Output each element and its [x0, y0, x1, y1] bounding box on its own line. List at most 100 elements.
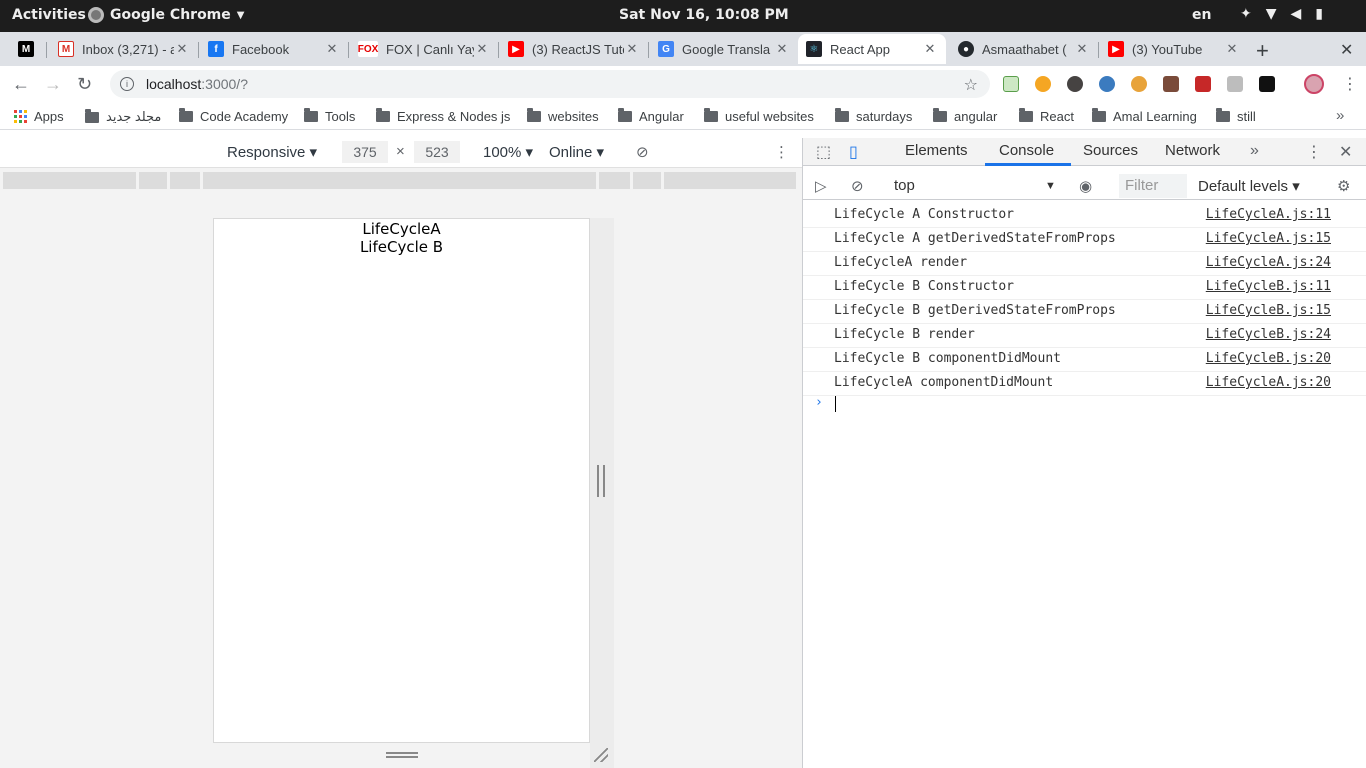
device-toggle-icon[interactable]: ▯	[849, 142, 858, 162]
app-menu[interactable]: Google Chrome ▼	[88, 7, 244, 23]
clock[interactable]: Sat Nov 16, 10:08 PM	[619, 7, 789, 23]
source-link[interactable]: LifeCycleA.js:11	[1206, 207, 1331, 222]
device-width-input[interactable]: 375	[342, 141, 388, 163]
reload-button[interactable]: ↻	[77, 74, 92, 95]
bookmark-star-icon[interactable]: ☆	[964, 75, 978, 95]
bookmark-folder[interactable]: Angular	[618, 108, 684, 124]
language-indicator[interactable]: en	[1192, 7, 1211, 23]
resize-handle-bottom[interactable]	[386, 752, 418, 758]
more-tabs-icon[interactable]: »	[1250, 142, 1259, 160]
source-link[interactable]: LifeCycleA.js:20	[1206, 375, 1331, 390]
devtools-menu-icon[interactable]: ⋮	[1306, 142, 1322, 162]
folder-icon	[527, 108, 541, 122]
gmail-icon: M	[58, 41, 74, 57]
tab-title: (3) ReactJS Tuto	[532, 41, 624, 57]
system-tray[interactable]: ✦ ▼ ◀ ▮	[1240, 6, 1323, 22]
tab-youtube[interactable]: ▶ (3) YouTube ✕	[1100, 34, 1248, 64]
close-icon[interactable]: ✕	[922, 41, 938, 57]
more-options-icon[interactable]: ⋮	[774, 143, 789, 161]
context-select[interactable]: top	[894, 177, 915, 194]
bookmark-folder[interactable]: Amal Learning	[1092, 108, 1197, 124]
source-link[interactable]: LifeCycleA.js:15	[1206, 231, 1331, 246]
media-query-ruler[interactable]	[3, 172, 799, 189]
bookmark-apps[interactable]: Apps	[14, 109, 64, 124]
extension-icon[interactable]	[1131, 76, 1147, 92]
tab-fox[interactable]: FOX FOX | Canlı Yay ✕	[350, 34, 499, 64]
resize-handle-right[interactable]	[597, 465, 605, 497]
tab-reactjs-tutorial[interactable]: ▶ (3) ReactJS Tuto ✕	[500, 34, 649, 64]
avatar[interactable]	[1304, 74, 1324, 94]
clear-console-icon[interactable]: ⊘	[851, 177, 864, 195]
tab-gmail[interactable]: M Inbox (3,271) - a ✕	[50, 34, 199, 64]
tab-google-translate[interactable]: G Google Transla ✕	[650, 34, 798, 64]
network-throttle-select[interactable]: Online ▾	[549, 143, 604, 161]
tab-title: FOX | Canlı Yay	[386, 41, 474, 57]
new-tab-button[interactable]: +	[1256, 38, 1269, 64]
tab-elements[interactable]: Elements	[905, 142, 968, 159]
log-entry: LifeCycle A getDerivedStateFromProps Life…	[803, 228, 1366, 252]
source-link[interactable]: LifeCycleB.js:24	[1206, 327, 1331, 342]
ae-extension-icon[interactable]	[1259, 76, 1275, 92]
bookmark-folder[interactable]: angular	[933, 108, 997, 124]
tab-github[interactable]: ● Asmaathabet ( ✕	[950, 34, 1099, 64]
bookmark-folder[interactable]: Code Academy	[179, 108, 288, 124]
close-devtools-icon[interactable]: ✕	[1339, 142, 1352, 162]
extension-icon[interactable]	[1035, 76, 1051, 92]
bookmark-folder[interactable]: websites	[527, 108, 599, 124]
tab-title: React App	[830, 41, 890, 57]
device-height-input[interactable]: 523	[414, 141, 460, 163]
inspect-element-icon[interactable]: ⬚	[816, 142, 831, 162]
source-link[interactable]: LifeCycleB.js:20	[1206, 351, 1331, 366]
extension-icon[interactable]	[1227, 76, 1243, 92]
tab-medium[interactable]: M	[10, 34, 47, 64]
sheets-extension-icon[interactable]	[1003, 76, 1019, 92]
bookmark-folder[interactable]: Tools	[304, 108, 355, 124]
wordpress-icon[interactable]	[1067, 76, 1083, 92]
rotate-icon[interactable]: ⊘	[636, 143, 649, 161]
sidebar-toggle-icon[interactable]: ▷	[815, 177, 827, 195]
settings-gear-icon[interactable]: ⚙	[1337, 177, 1350, 195]
source-link[interactable]: LifeCycleB.js:11	[1206, 279, 1331, 294]
bookmark-folder[interactable]: useful websites	[704, 108, 814, 124]
tab-console[interactable]: Console	[999, 142, 1054, 159]
close-icon[interactable]: ✕	[1224, 41, 1240, 57]
resize-handle-corner[interactable]	[594, 748, 608, 762]
window-close-button[interactable]: ✕	[1340, 40, 1353, 60]
activities-button[interactable]: Activities	[12, 7, 86, 23]
console-input[interactable]	[835, 396, 836, 412]
device-mode-select[interactable]: Responsive ▾	[227, 143, 317, 161]
source-link[interactable]: LifeCycleB.js:15	[1206, 303, 1331, 318]
extension-icon[interactable]	[1099, 76, 1115, 92]
close-icon[interactable]: ✕	[174, 41, 190, 57]
tab-facebook[interactable]: f Facebook ✕	[200, 34, 349, 64]
extension-icon[interactable]	[1195, 76, 1211, 92]
chevron-down-icon[interactable]: ▼	[1045, 180, 1056, 192]
info-icon[interactable]: i	[120, 77, 134, 91]
zoom-select[interactable]: 100% ▾	[483, 143, 533, 161]
wifi-icon: ▼	[1265, 6, 1277, 22]
more-bookmarks-icon[interactable]: »	[1336, 107, 1344, 124]
bookmark-folder[interactable]: saturdays	[835, 108, 912, 124]
tab-react-app[interactable]: ⚛ React App ✕	[798, 34, 946, 64]
eye-icon[interactable]: ◉	[1079, 177, 1092, 195]
bookmark-folder[interactable]: React	[1019, 108, 1074, 124]
address-bar[interactable]: i localhost:3000/? ☆	[110, 70, 990, 98]
close-icon[interactable]: ✕	[324, 41, 340, 57]
chrome-menu-icon[interactable]: ⋮	[1342, 74, 1358, 94]
colorpicker-icon[interactable]	[1163, 76, 1179, 92]
filter-input[interactable]: Filter	[1119, 174, 1187, 198]
device-toolbar: Responsive ▾ 375 × 523 100% ▾ Online ▾ ⊘…	[0, 138, 802, 168]
close-icon[interactable]: ✕	[624, 41, 640, 57]
close-icon[interactable]: ✕	[474, 41, 490, 57]
source-link[interactable]: LifeCycleA.js:24	[1206, 255, 1331, 270]
bookmark-folder[interactable]: Express & Nodes js	[376, 108, 510, 124]
forward-button[interactable]: →	[44, 74, 62, 95]
close-icon[interactable]: ✕	[1074, 41, 1090, 57]
bookmark-folder[interactable]: still	[1216, 108, 1256, 124]
tab-network[interactable]: Network	[1165, 142, 1220, 159]
tab-sources[interactable]: Sources	[1083, 142, 1138, 159]
bookmark-folder[interactable]: مجلد جديد	[85, 108, 161, 125]
log-levels-select[interactable]: Default levels ▾	[1198, 177, 1300, 195]
back-button[interactable]: ←	[12, 74, 30, 95]
close-icon[interactable]: ✕	[774, 41, 790, 57]
